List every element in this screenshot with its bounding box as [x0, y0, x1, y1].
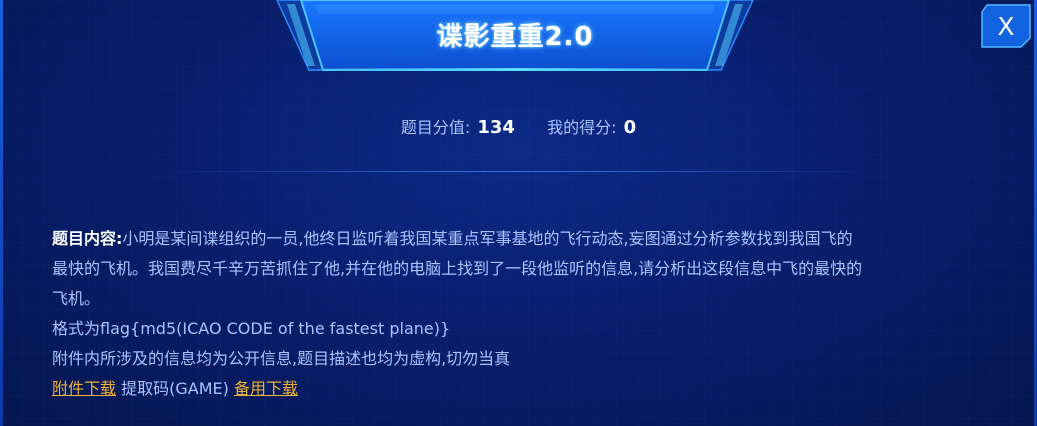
score-row: 题目分值: 134 我的得分: 0 — [0, 114, 1037, 138]
challenge-dialog: 谍影重重2.0 X 题目分值: 134 我的得分: 0 题目内容:小明是某间谍组… — [0, 0, 1037, 426]
my-score-value: 0 — [623, 117, 637, 138]
my-score-label: 我的得分: — [547, 118, 617, 137]
close-icon[interactable]: X — [981, 12, 1031, 41]
dialog-title: 谍影重重2.0 — [436, 22, 594, 52]
title-banner: 谍影重重2.0 — [275, 0, 755, 74]
section-divider — [160, 171, 877, 172]
close-button[interactable]: X — [981, 4, 1031, 48]
description-line-1: 题目内容:小明是某间谍组织的一员,他终日监听着我国某重点军事基地的飞行动态,妄图… — [52, 224, 982, 254]
points-value: 134 — [477, 117, 515, 138]
notice-line: 附件内所涉及的信息均为公开信息,题目描述也均为虚构,切勿当真 — [52, 349, 511, 368]
attachment-download-link[interactable]: 附件下载 — [52, 379, 116, 398]
backup-download-link[interactable]: 备用下载 — [234, 379, 298, 398]
description-text-1: 小明是某间谍组织的一员,他终日监听着我国某重点军事基地的飞行动态,妄图通过分析参… — [122, 229, 853, 248]
points-label: 题目分值: — [400, 118, 471, 137]
description-line-2: 最快的飞机。我国费尽千辛万苦抓住了他,并在他的电脑上找到了一段他监听的信息,请分… — [52, 259, 863, 278]
extract-code-text: 提取码(GAME) — [121, 379, 229, 398]
description-line-3: 飞机。 — [52, 289, 101, 308]
dialog-left-edge — [0, 0, 3, 426]
content-label: 题目内容: — [52, 229, 123, 248]
challenge-content: 题目内容:小明是某间谍组织的一员,他终日监听着我国某重点军事基地的飞行动态,妄图… — [52, 224, 982, 404]
format-line: 格式为flag{md5(ICAO CODE of the fastest pla… — [52, 319, 451, 338]
download-line: 附件下载 提取码(GAME) 备用下载 — [52, 374, 982, 404]
